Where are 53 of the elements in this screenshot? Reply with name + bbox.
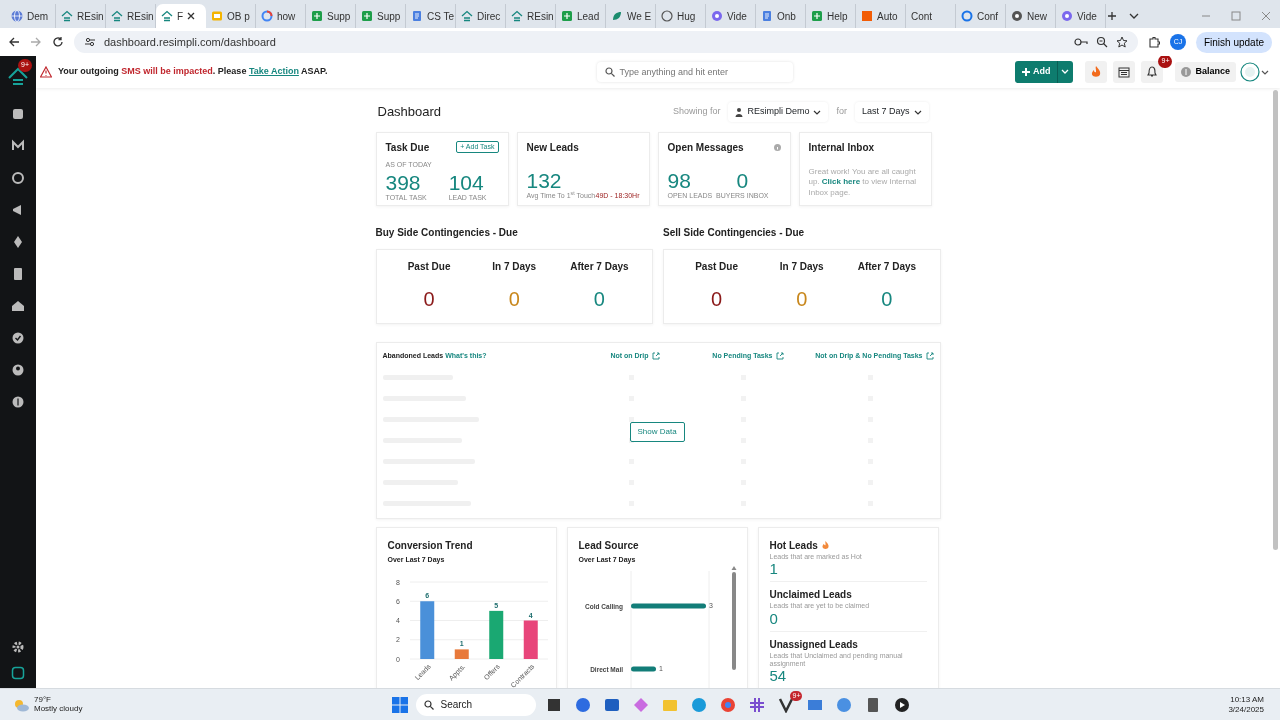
stat-value: 0	[735, 169, 750, 191]
section-title: Sell Side Contingencies - Due	[663, 225, 806, 240]
stat-value: 398	[385, 172, 422, 193]
chart-title: Conversion Trend	[387, 538, 474, 553]
column-label: In 7 Days	[778, 259, 825, 274]
card-title: Open Messages	[667, 140, 744, 155]
browser-tab[interactable]: F	[156, 4, 206, 28]
column-label: After 7 Days	[856, 259, 918, 274]
url-text: dashboard.resimpli.com/dashboard	[104, 34, 276, 50]
stat-value: 0	[769, 609, 779, 628]
card-title: Internal Inbox	[808, 140, 875, 155]
section-title: Buy Side Contingencies - Due	[375, 225, 519, 240]
alert-message: Your outgoing SMS will be impacted. Please Take Action ASAP.	[58, 65, 328, 79]
add-button[interactable]: Add	[1014, 61, 1074, 83]
count-value: 0	[422, 288, 436, 309]
account-dropdown[interactable]: REsimpli Demo	[728, 102, 829, 122]
for-label: for	[836, 105, 847, 118]
stat-title: Hot Leads	[769, 538, 818, 553]
chart-title: Lead Source	[578, 538, 640, 553]
card-title: Task Due	[385, 140, 430, 155]
count-value: 0	[795, 288, 809, 309]
column-label: Past Due	[694, 259, 739, 274]
stat-value: 98	[667, 169, 692, 191]
period-dropdown[interactable]: Last 7 Days	[854, 102, 929, 122]
stat-title: Unassigned Leads	[769, 637, 858, 652]
showing-for-label: Showing for	[672, 105, 721, 118]
count-value: 0	[710, 288, 724, 309]
temperature: 79°F	[34, 695, 52, 705]
count-value: 0	[507, 288, 521, 309]
balance-button[interactable]: Balance	[1175, 62, 1236, 82]
column-label: After 7 Days	[569, 259, 630, 274]
column-label: In 7 Days	[491, 259, 538, 274]
click-here-link[interactable]: Click here	[821, 177, 861, 187]
clock-time: 10:13 AM	[1229, 694, 1264, 705]
inbox-message: Great work! You are all caught up. Click here to view Internal Inbox page.	[808, 166, 918, 199]
count-value: 0	[880, 288, 894, 309]
search-field[interactable]: Type anything and hit enter	[597, 62, 794, 82]
stat-value: 104	[448, 172, 485, 193]
show-data-button[interactable]: Show Data	[629, 421, 685, 442]
column-label: Past Due	[406, 259, 452, 274]
clock-date: 3/24/2025	[1228, 704, 1264, 715]
stat-value: 132	[526, 169, 563, 191]
count-value: 0	[592, 288, 606, 309]
stat-value: 54	[769, 667, 787, 686]
take-action-link[interactable]: Take Action	[248, 66, 299, 77]
page-title: Dashboard	[377, 103, 442, 121]
address-bar[interactable]: dashboard.resimpli.com/dashboard	[74, 31, 1138, 53]
stat-value: 1	[769, 560, 779, 579]
finish-update-button[interactable]: Finish update	[1195, 31, 1272, 53]
taskbar-search[interactable]: Search	[416, 693, 537, 716]
stat-title: Unclaimed Leads	[769, 588, 852, 603]
weather-condition: Mostly cloudy	[34, 704, 83, 714]
card-title: New Leads	[526, 140, 579, 155]
